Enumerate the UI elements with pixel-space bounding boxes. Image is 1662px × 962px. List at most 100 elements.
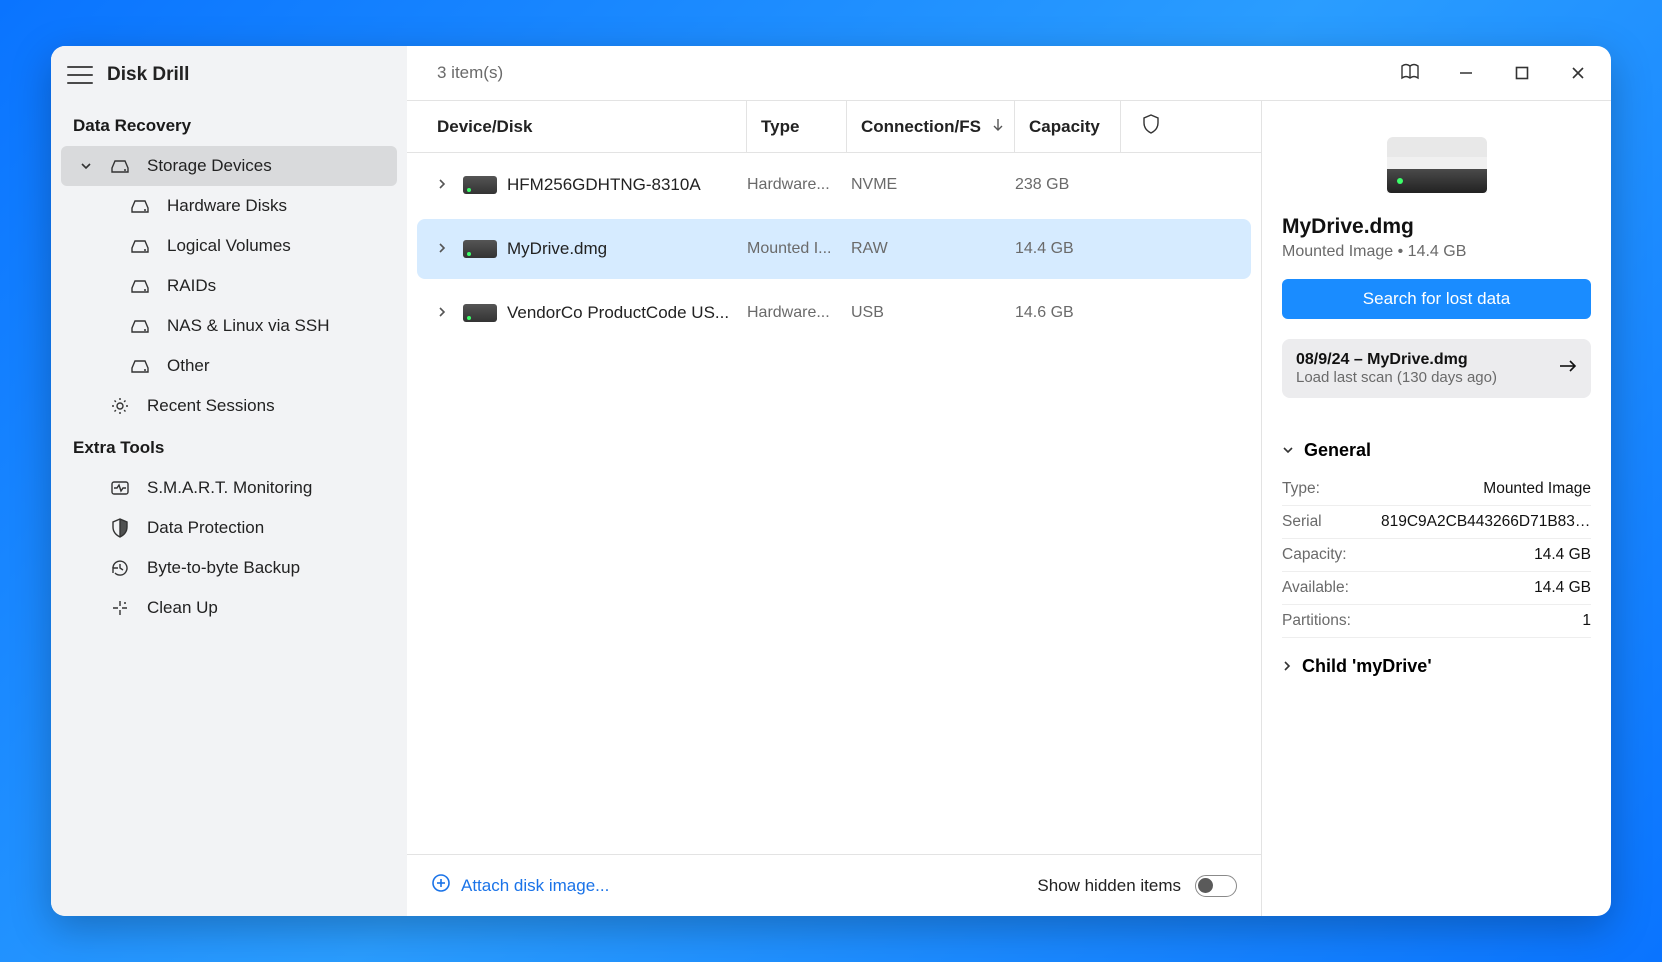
- close-button[interactable]: [1563, 58, 1593, 88]
- sidebar-item-recent-sessions[interactable]: Recent Sessions: [61, 386, 397, 426]
- kv-available: Available:14.4 GB: [1282, 572, 1591, 605]
- attach-disk-image-button[interactable]: Attach disk image...: [431, 873, 609, 898]
- scan-title: 08/9/24 – MyDrive.dmg: [1296, 351, 1497, 369]
- sidebar-item-other[interactable]: Other: [61, 346, 397, 386]
- hidden-items-label: Show hidden items: [1037, 876, 1181, 896]
- sidebar: Disk Drill Data Recovery Storage Devices…: [51, 46, 407, 916]
- table-row[interactable]: MyDrive.dmg Mounted I... RAW 14.4 GB: [417, 219, 1251, 279]
- col-device[interactable]: Device/Disk: [407, 101, 747, 152]
- device-capacity: 238 GB: [1015, 176, 1121, 194]
- sidebar-label: Data Protection: [147, 518, 264, 538]
- device-table: Device/Disk Type Connection/FS Capacity …: [407, 101, 1261, 916]
- device-type: Hardware...: [747, 304, 847, 322]
- sidebar-label: NAS & Linux via SSH: [167, 316, 330, 336]
- drive-icon: [129, 315, 151, 337]
- device-connection: NVME: [847, 176, 1015, 194]
- app-title: Disk Drill: [107, 64, 189, 86]
- section-data-recovery: Data Recovery: [51, 104, 407, 146]
- device-capacity: 14.6 GB: [1015, 304, 1121, 322]
- device-name: VendorCo ProductCode US...: [507, 303, 729, 323]
- plus-circle-icon: [431, 873, 451, 898]
- shield-half-icon: [109, 517, 131, 539]
- scan-subtitle: Load last scan (130 days ago): [1296, 369, 1497, 386]
- table-header: Device/Disk Type Connection/FS Capacity: [407, 101, 1261, 153]
- table-row[interactable]: HFM256GDHTNG-8310A Hardware... NVME 238 …: [417, 155, 1251, 215]
- main-area: 3 item(s) Device/Disk Type Connection/FS…: [407, 46, 1611, 916]
- drive-icon: [463, 304, 497, 322]
- sidebar-item-cleanup[interactable]: Clean Up: [61, 588, 397, 628]
- chevron-right-icon[interactable]: [437, 239, 453, 259]
- bottom-bar: Attach disk image... Show hidden items: [407, 854, 1261, 916]
- sidebar-label: Recent Sessions: [147, 396, 275, 416]
- kv-serial: Serial819C9A2CB443266D71B8318FDA026CB6: [1282, 506, 1591, 539]
- sidebar-label: S.M.A.R.T. Monitoring: [147, 478, 312, 498]
- search-lost-data-button[interactable]: Search for lost data: [1282, 279, 1591, 319]
- sidebar-item-data-protection[interactable]: Data Protection: [61, 508, 397, 548]
- device-name: MyDrive.dmg: [507, 239, 607, 259]
- menu-icon[interactable]: [67, 66, 93, 84]
- device-connection: USB: [847, 304, 1015, 322]
- chevron-right-icon[interactable]: [437, 303, 453, 323]
- sidebar-item-backup[interactable]: Byte-to-byte Backup: [61, 548, 397, 588]
- kv-type: Type:Mounted Image: [1282, 473, 1591, 506]
- sidebar-item-raids[interactable]: RAIDs: [61, 266, 397, 306]
- sidebar-item-hardware-disks[interactable]: Hardware Disks: [61, 186, 397, 226]
- sidebar-label: Logical Volumes: [167, 236, 291, 256]
- sidebar-item-logical-volumes[interactable]: Logical Volumes: [61, 226, 397, 266]
- sidebar-item-storage-devices[interactable]: Storage Devices: [61, 146, 397, 186]
- child-section-header[interactable]: Child 'myDrive': [1282, 656, 1591, 677]
- item-count-label: 3 item(s): [437, 63, 503, 83]
- maximize-button[interactable]: [1507, 58, 1537, 88]
- col-protection[interactable]: [1121, 101, 1181, 152]
- detail-panel: MyDrive.dmg Mounted Image • 14.4 GB Sear…: [1261, 101, 1611, 916]
- device-connection: RAW: [847, 240, 1015, 258]
- arrow-right-icon: [1559, 359, 1577, 378]
- device-name: HFM256GDHTNG-8310A: [507, 175, 701, 195]
- sidebar-label: Hardware Disks: [167, 196, 287, 216]
- app-window: Disk Drill Data Recovery Storage Devices…: [51, 46, 1611, 916]
- sidebar-label: Other: [167, 356, 210, 376]
- table-row[interactable]: VendorCo ProductCode US... Hardware... U…: [417, 283, 1251, 343]
- device-type: Hardware...: [747, 176, 847, 194]
- kv-partitions: Partitions:1: [1282, 605, 1591, 638]
- show-hidden-toggle[interactable]: [1195, 875, 1237, 897]
- detail-subtitle: Mounted Image • 14.4 GB: [1282, 243, 1591, 261]
- gear-icon: [109, 395, 131, 417]
- device-type: Mounted I...: [747, 240, 847, 258]
- chevron-down-icon: [1282, 440, 1294, 461]
- drive-icon: [129, 195, 151, 217]
- col-connection[interactable]: Connection/FS: [847, 101, 1015, 152]
- chevron-right-icon[interactable]: [437, 175, 453, 195]
- chevron-right-icon: [1282, 656, 1292, 677]
- heartbeat-icon: [109, 477, 131, 499]
- drive-illustration: [1387, 137, 1487, 193]
- drive-icon: [129, 235, 151, 257]
- sidebar-label: Clean Up: [147, 598, 218, 618]
- section-extra-tools: Extra Tools: [51, 426, 407, 468]
- sidebar-label: Storage Devices: [147, 156, 272, 176]
- history-icon: [109, 557, 131, 579]
- minimize-button[interactable]: [1451, 58, 1481, 88]
- sidebar-item-nas-ssh[interactable]: NAS & Linux via SSH: [61, 306, 397, 346]
- kv-capacity: Capacity:14.4 GB: [1282, 539, 1591, 572]
- drive-icon: [463, 240, 497, 258]
- general-section-header[interactable]: General: [1282, 440, 1591, 461]
- attach-label: Attach disk image...: [461, 876, 609, 896]
- col-capacity[interactable]: Capacity: [1015, 101, 1121, 152]
- learn-icon[interactable]: [1395, 58, 1425, 88]
- last-scan-card[interactable]: 08/9/24 – MyDrive.dmg Load last scan (13…: [1282, 339, 1591, 398]
- drive-icon: [109, 155, 131, 177]
- col-type[interactable]: Type: [747, 101, 847, 152]
- drive-icon: [129, 275, 151, 297]
- sidebar-label: Byte-to-byte Backup: [147, 558, 300, 578]
- sparkle-icon: [109, 597, 131, 619]
- chevron-down-icon: [79, 159, 93, 173]
- sort-desc-icon: [992, 117, 1004, 137]
- detail-title: MyDrive.dmg: [1282, 215, 1591, 239]
- device-capacity: 14.4 GB: [1015, 240, 1121, 258]
- drive-icon: [129, 355, 151, 377]
- shield-icon: [1142, 114, 1160, 139]
- sidebar-label: RAIDs: [167, 276, 216, 296]
- sidebar-item-smart[interactable]: S.M.A.R.T. Monitoring: [61, 468, 397, 508]
- drive-icon: [463, 176, 497, 194]
